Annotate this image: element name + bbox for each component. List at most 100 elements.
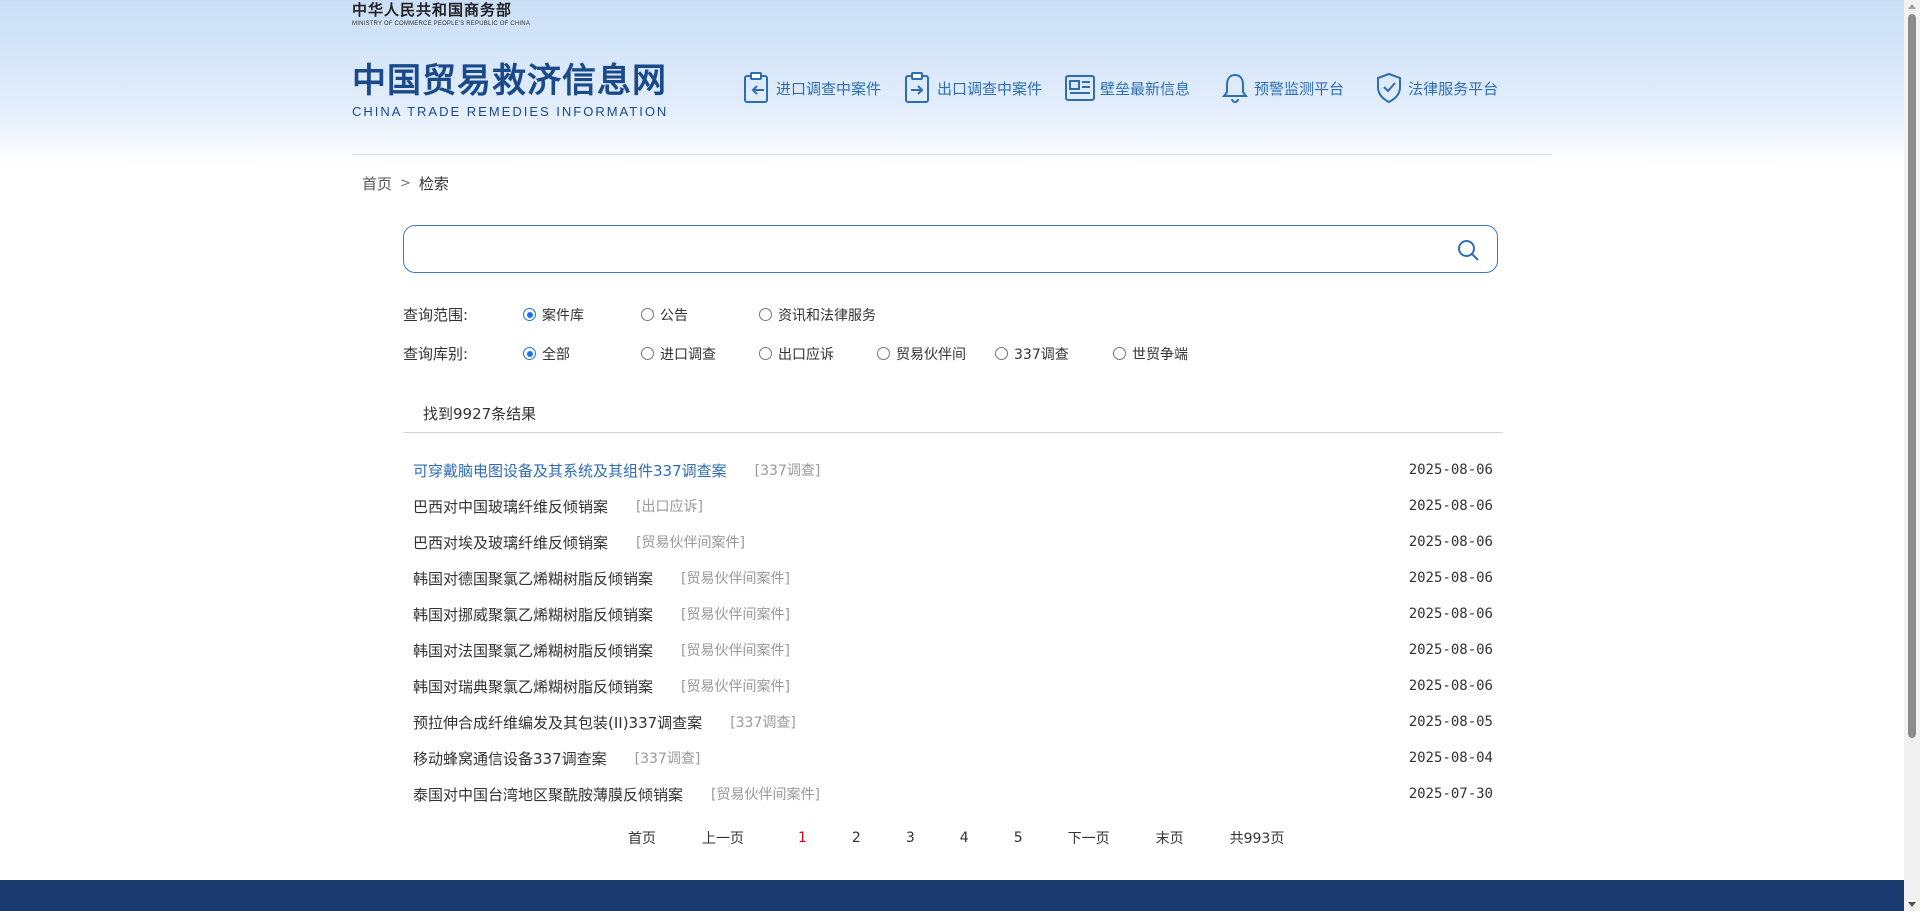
- list-item: 巴西对埃及玻璃纤维反倾销案 [贸易伙伴间案件] 2025-08-06: [413, 524, 1493, 560]
- search-input[interactable]: [418, 236, 1418, 264]
- scope-radio-case-db[interactable]: 案件库: [523, 305, 641, 325]
- result-date: 2025-08-06: [1408, 570, 1493, 586]
- category-option-label: 世贸争端: [1132, 346, 1188, 363]
- breadcrumb-separator: >: [400, 176, 411, 191]
- import-case-icon: [744, 72, 768, 103]
- scope-option-label: 资讯和法律服务: [778, 307, 876, 324]
- list-item: 韩国对瑞典聚氯乙烯糊树脂反倾销案 [贸易伙伴间案件] 2025-08-06: [413, 668, 1493, 704]
- nav-legal-platform-label: 法律服务平台: [1408, 79, 1499, 98]
- site-title-cn: 中国贸易救济信息网: [352, 61, 667, 101]
- category-radio-partner[interactable]: 贸易伙伴间: [877, 344, 995, 364]
- radio-dot: [641, 347, 654, 360]
- page-first-button[interactable]: 首页: [628, 828, 656, 848]
- result-title-link[interactable]: 巴西对中国玻璃纤维反倾销案: [413, 496, 608, 517]
- result-tag: [贸易伙伴间案件]: [711, 787, 820, 803]
- result-date: 2025-08-06: [1408, 498, 1493, 514]
- breadcrumb-home[interactable]: 首页: [362, 173, 392, 194]
- vertical-scrollbar[interactable]: [1904, 0, 1920, 911]
- category-radio-import[interactable]: 进口调查: [641, 344, 759, 364]
- page-number-2[interactable]: 2: [852, 830, 861, 846]
- footer-bar: [0, 880, 1904, 911]
- radio-dot: [523, 347, 536, 360]
- list-item: 韩国对法国聚氯乙烯糊树脂反倾销案 [贸易伙伴间案件] 2025-08-06: [413, 632, 1493, 668]
- result-date: 2025-08-06: [1408, 642, 1493, 658]
- category-radio-wto[interactable]: 世贸争端: [1113, 344, 1231, 364]
- list-item: 移动蜂窝通信设备337调查案 [337调查] 2025-08-04: [413, 740, 1493, 776]
- nav-import-cases[interactable]: 进口调查中案件: [742, 72, 881, 104]
- scroll-up-icon[interactable]: [1908, 4, 1916, 9]
- category-radio-337[interactable]: 337调查: [995, 344, 1113, 364]
- radio-dot: [759, 308, 772, 321]
- result-tag: [出口应诉]: [636, 499, 703, 515]
- scope-radio-announcement[interactable]: 公告: [641, 305, 759, 325]
- scroll-down-icon[interactable]: [1908, 902, 1916, 907]
- page-total: 共993页: [1229, 831, 1285, 847]
- nav-warning-platform[interactable]: 预警监测平台: [1220, 72, 1344, 104]
- result-date: 2025-08-05: [1408, 714, 1493, 730]
- scope-radio-news-legal[interactable]: 资讯和法律服务: [759, 305, 919, 325]
- content-wrapper: 中华人民共和国商务部 MINISTRY OF COMMERCE PEOPLE'S…: [352, 0, 1552, 880]
- news-icon: [1065, 75, 1096, 101]
- result-tag: [337调查]: [730, 715, 796, 731]
- header-divider: [352, 154, 1552, 155]
- export-case-icon: [905, 72, 930, 103]
- result-date: 2025-07-30: [1408, 786, 1493, 802]
- result-tag: [337调查]: [754, 463, 821, 479]
- list-item: 韩国对挪威聚氯乙烯糊树脂反倾销案 [贸易伙伴间案件] 2025-08-06: [413, 596, 1493, 632]
- breadcrumb-current: 检索: [418, 175, 449, 193]
- scope-option-label: 案件库: [542, 307, 584, 324]
- category-filter: 查询库别: 全部 进口调查 出口应诉 贸易伙伴间 337调查 世贸争端: [403, 343, 1231, 364]
- result-count: 找到9927条结果: [423, 405, 537, 423]
- search-box: [403, 225, 1498, 273]
- list-item: 预拉伸合成纤维编发及其包装(II)337调查案 [337调查] 2025-08-0…: [413, 704, 1493, 740]
- bell-icon: [1222, 73, 1249, 104]
- result-tag: [贸易伙伴间案件]: [681, 679, 790, 695]
- nav-import-cases-label: 进口调查中案件: [776, 79, 882, 98]
- result-title-link[interactable]: 泰国对中国台湾地区聚酰胺薄膜反倾销案: [413, 784, 683, 805]
- category-option-label: 337调查: [1014, 346, 1069, 363]
- radio-dot: [1113, 347, 1126, 360]
- category-option-label: 出口应诉: [778, 346, 834, 363]
- category-radio-export[interactable]: 出口应诉: [759, 344, 877, 364]
- page-number-3[interactable]: 3: [906, 830, 915, 846]
- result-title-link[interactable]: 预拉伸合成纤维编发及其包装(II)337调查案: [413, 712, 702, 733]
- pagination: 首页 上一页 1 2 3 4 5 下一页 末页 共993页: [628, 828, 1284, 848]
- site-logo[interactable]: 中国贸易救济信息网 CHINA TRADE REMEDIES INFORMATI…: [352, 60, 668, 120]
- page-number-4[interactable]: 4: [960, 830, 969, 846]
- result-title-link[interactable]: 可穿戴脑电图设备及其系统及其组件337调查案: [413, 460, 727, 481]
- search-icon[interactable]: [1457, 239, 1479, 261]
- result-title-link[interactable]: 韩国对德国聚氯乙烯糊树脂反倾销案: [413, 568, 653, 589]
- result-tag: [贸易伙伴间案件]: [636, 535, 745, 551]
- result-title-link[interactable]: 移动蜂窝通信设备337调查案: [413, 748, 607, 769]
- radio-dot: [641, 308, 654, 321]
- nav-warning-platform-label: 预警监测平台: [1254, 79, 1345, 98]
- category-radio-all[interactable]: 全部: [523, 344, 641, 364]
- scope-option-label: 公告: [660, 307, 688, 324]
- nav-barrier-news-label: 壁垒最新信息: [1100, 79, 1191, 98]
- radio-dot: [877, 347, 890, 360]
- list-item: 韩国对德国聚氯乙烯糊树脂反倾销案 [贸易伙伴间案件] 2025-08-06: [413, 560, 1493, 596]
- nav-barrier-news[interactable]: 壁垒最新信息: [1064, 73, 1190, 103]
- category-filter-label: 查询库别:: [403, 345, 469, 363]
- category-option-label: 全部: [542, 346, 570, 363]
- page-next-button[interactable]: 下一页: [1068, 828, 1110, 848]
- page: 中华人民共和国商务部 MINISTRY OF COMMERCE PEOPLE'S…: [0, 0, 1904, 911]
- ministry-name-en: MINISTRY OF COMMERCE PEOPLE'S REPUBLIC O…: [352, 21, 531, 27]
- result-title-link[interactable]: 韩国对法国聚氯乙烯糊树脂反倾销案: [413, 640, 653, 661]
- nav-export-cases[interactable]: 出口调查中案件: [903, 72, 1042, 104]
- result-tag: [贸易伙伴间案件]: [681, 607, 790, 623]
- page-prev-button[interactable]: 上一页: [702, 828, 744, 848]
- scroll-thumb[interactable]: [1908, 14, 1916, 738]
- page-number-1[interactable]: 1: [798, 830, 807, 846]
- page-number-5[interactable]: 5: [1014, 830, 1023, 846]
- page-last-button[interactable]: 末页: [1156, 828, 1184, 848]
- ministry-logo[interactable]: 中华人民共和国商务部 MINISTRY OF COMMERCE PEOPLE'S…: [352, 0, 530, 28]
- result-title-link[interactable]: 韩国对挪威聚氯乙烯糊树脂反倾销案: [413, 604, 653, 625]
- list-item: 可穿戴脑电图设备及其系统及其组件337调查案 [337调查] 2025-08-06: [413, 452, 1493, 488]
- result-list: 可穿戴脑电图设备及其系统及其组件337调查案 [337调查] 2025-08-06…: [413, 452, 1493, 812]
- nav-legal-platform[interactable]: 法律服务平台: [1374, 72, 1498, 104]
- result-title-link[interactable]: 韩国对瑞典聚氯乙烯糊树脂反倾销案: [413, 676, 653, 697]
- result-tag: [337调查]: [634, 751, 701, 767]
- result-title-link[interactable]: 巴西对埃及玻璃纤维反倾销案: [413, 532, 608, 553]
- nav-export-cases-label: 出口调查中案件: [937, 79, 1043, 98]
